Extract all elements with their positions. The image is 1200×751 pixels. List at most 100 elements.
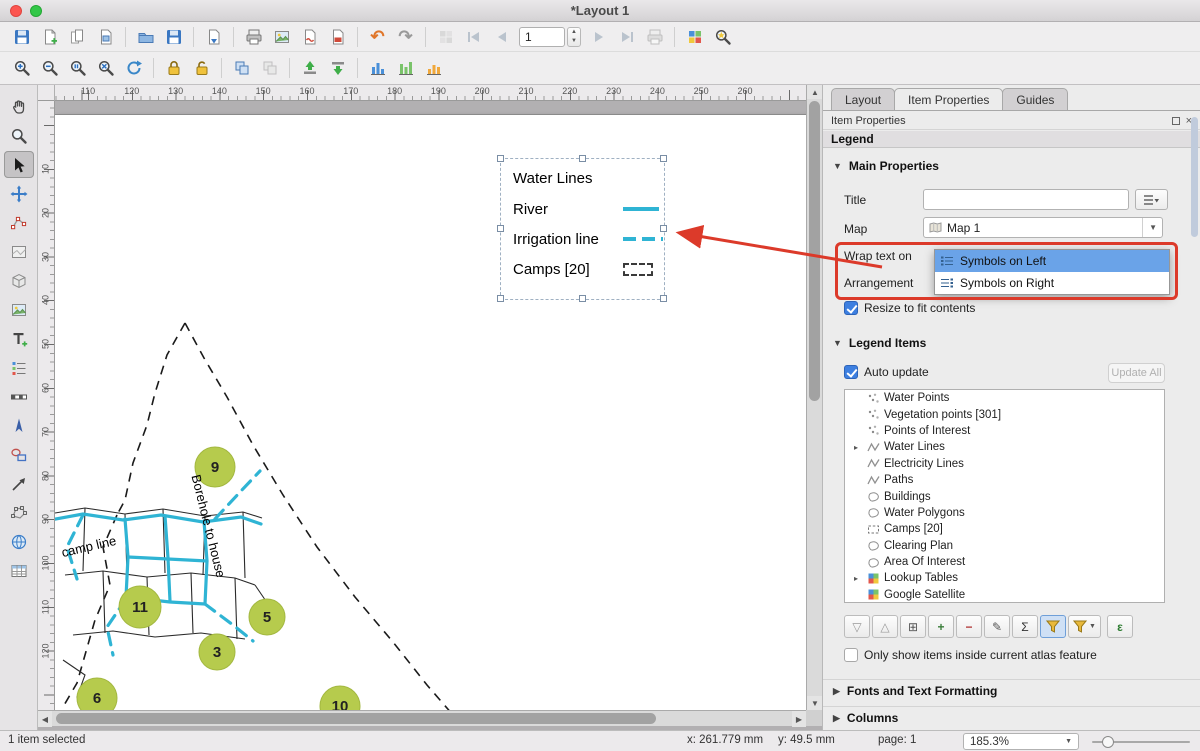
atlas-first-button[interactable] [460,24,487,50]
layout-manager-button[interactable] [92,24,119,50]
atlas-settings-button[interactable] [432,24,459,50]
filter-legend-button[interactable] [1040,615,1066,638]
selection-handle[interactable] [497,155,504,162]
scroll-up-icon[interactable]: ▲ [807,85,822,99]
tab-layout[interactable]: Layout [831,88,895,110]
section-fonts[interactable]: ▶ Fonts and Text Formatting [833,684,997,698]
add-picture-button[interactable] [4,296,34,323]
select-move-tool-button[interactable] [4,151,34,178]
horizontal-scrollbar[interactable]: ◀ ▶ [38,710,806,726]
lock-items-button[interactable] [160,55,187,81]
group-items-button[interactable] [228,55,255,81]
auto-update-checkbox[interactable] [844,365,858,379]
ungroup-items-button[interactable] [256,55,283,81]
legend-item-row[interactable]: Electricity Lines [845,456,1164,472]
tab-item-properties[interactable]: Item Properties [894,88,1003,110]
remove-item-button[interactable]: − [956,615,982,638]
atlas-feature-checkbox[interactable] [844,648,858,662]
add-attribute-table-button[interactable] [4,557,34,584]
align-items-button[interactable] [364,55,391,81]
section-main-properties[interactable]: ▼ Main Properties [833,159,939,173]
vertical-scroll-thumb[interactable] [809,101,820,401]
scroll-down-icon[interactable]: ▼ [807,696,822,710]
zoom-slider[interactable] [1092,741,1190,743]
print-button[interactable] [240,24,267,50]
unlock-items-button[interactable] [188,55,215,81]
layout-page[interactable]: 91153610 camp line Borehole to house Wat… [55,115,806,710]
legend-item-row[interactable]: ▸Lookup Tables [845,570,1164,586]
add-label-button[interactable] [4,325,34,352]
resize-to-fit-checkbox[interactable] [844,301,858,315]
edit-item-button[interactable]: ✎ [984,615,1010,638]
layout-canvas[interactable]: 1101201301401501601701801902002102202302… [38,85,822,730]
legend-title-input[interactable] [923,189,1129,210]
page-stepper[interactable]: ▲▼ [567,27,581,47]
option-symbols-on-right[interactable]: Symbols on Right [935,272,1169,294]
summation-button[interactable]: Σ [1012,615,1038,638]
zoom-actual-button[interactable] [64,55,91,81]
legend-items-list[interactable]: Water PointsVegetation points [301]Point… [844,389,1165,603]
add-node-item-button[interactable] [4,499,34,526]
legend-item-row[interactable]: Points of Interest [845,423,1164,439]
add-map-button[interactable] [4,238,34,265]
option-symbols-on-left[interactable]: Symbols on Left [935,250,1169,272]
atlas-last-button[interactable] [613,24,640,50]
zoom-window-button[interactable] [30,5,42,17]
legend-item-row[interactable]: Vegetation points [301] [845,406,1164,422]
save-as-template-button[interactable] [200,24,227,50]
raise-items-button[interactable] [296,55,323,81]
redo-button[interactable]: ↷ [392,24,419,50]
selection-handle[interactable] [579,155,586,162]
map-select[interactable]: Map 1 ▼ [923,217,1163,238]
selection-handle[interactable] [660,225,667,232]
selection-handle[interactable] [497,225,504,232]
tab-guides[interactable]: Guides [1002,88,1068,110]
selection-handle[interactable] [660,295,667,302]
panel-scrollbar[interactable] [1191,115,1199,726]
selection-handle[interactable] [579,295,586,302]
zoom-out-button[interactable] [36,55,63,81]
legend-item-row[interactable]: Clearing Plan [845,538,1164,554]
print-atlas-button[interactable] [641,24,668,50]
atlas-prev-button[interactable] [488,24,515,50]
selection-handle[interactable] [497,295,504,302]
add-scalebar-button[interactable] [4,383,34,410]
distribute-items-button[interactable] [392,55,419,81]
atlas-page-input[interactable] [519,27,565,47]
update-all-button[interactable]: Update All [1108,363,1165,383]
move-item-up-button[interactable]: △ [872,615,898,638]
horizontal-scroll-thumb[interactable] [56,713,656,724]
legend-item-row[interactable]: Paths [845,472,1164,488]
add-arrow-button[interactable] [4,470,34,497]
legend-item-row[interactable]: Water Points [845,390,1164,406]
move-content-tool-button[interactable] [4,180,34,207]
new-layout-button[interactable] [36,24,63,50]
scroll-right-icon[interactable]: ▶ [792,711,806,727]
legend-item-row[interactable]: Camps [20] [845,521,1164,537]
add-3d-map-button[interactable] [4,267,34,294]
add-legend-button[interactable] [4,354,34,381]
zoom-tool-button[interactable] [4,122,34,149]
add-group-button[interactable]: ⊞ [900,615,926,638]
legend-item-row[interactable]: ▸Water Lines [845,439,1164,455]
legend-item-row[interactable]: Water Polygons [845,505,1164,521]
export-image-button[interactable] [268,24,295,50]
float-panel-icon[interactable] [1172,117,1180,125]
panel-scroll-thumb[interactable] [1191,117,1198,237]
atlas-filter-button[interactable]: ε [1107,615,1133,638]
zoom-level-combo[interactable]: 185.3% ▼ [963,733,1079,750]
save-layout-button[interactable] [160,24,187,50]
legend-item-row[interactable]: Buildings [845,488,1164,504]
zoom-to-atlas-button[interactable] [709,24,736,50]
canvas-viewport[interactable]: 91153610 camp line Borehole to house Wat… [55,101,806,710]
export-svg-button[interactable] [296,24,323,50]
move-item-down-button[interactable]: ▽ [844,615,870,638]
atlas-next-button[interactable] [585,24,612,50]
expand-icon[interactable]: ▸ [854,574,867,583]
zoom-in-button[interactable] [8,55,35,81]
scroll-left-icon[interactable]: ◀ [38,711,52,727]
atlas-preview-button[interactable] [681,24,708,50]
add-item-button[interactable]: + [928,615,954,638]
open-folder-button[interactable] [132,24,159,50]
export-pdf-button[interactable] [324,24,351,50]
